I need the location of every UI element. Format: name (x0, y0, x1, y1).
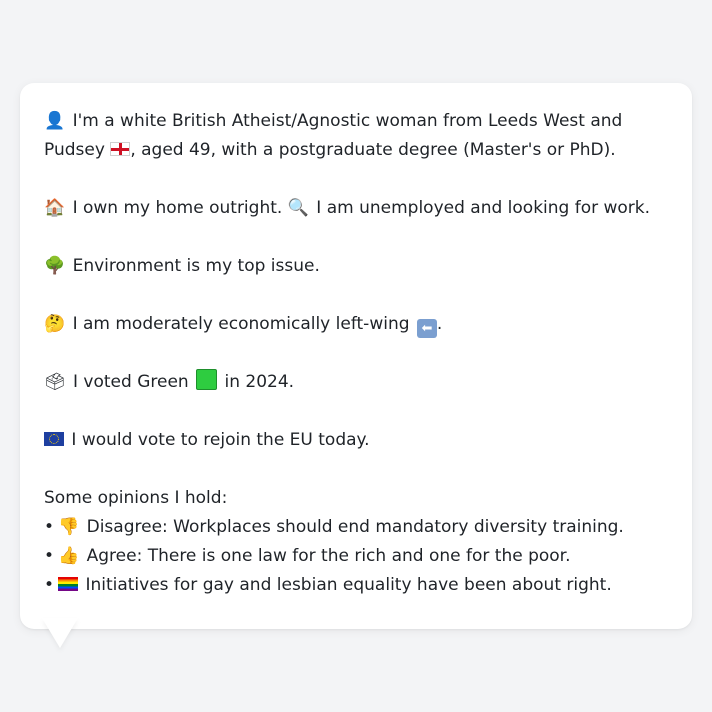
eu-flag-icon (44, 432, 64, 446)
left-arrow-icon: ⬅ (416, 319, 437, 338)
issue-text: Environment is my top issue. (72, 256, 320, 276)
bubble-tail (42, 618, 78, 648)
work-text: I am unemployed and looking for work. (316, 198, 651, 218)
person-icon: 👤 (44, 111, 66, 131)
house-icon: 🏠 (44, 198, 66, 218)
tree-icon: 🌳 (44, 256, 66, 276)
bullet: • (44, 517, 55, 537)
opinion-item: • Initiatives for gay and lesbian equali… (44, 571, 668, 600)
eu-paragraph: I would vote to rejoin the EU today. (44, 426, 668, 455)
intro-text-end: , aged 49, with a postgraduate degree (M… (130, 140, 616, 160)
opinion-text: Agree: There is one law for the rich and… (86, 546, 571, 566)
economics-text: I am moderately economically left-wing (72, 314, 410, 334)
england-flag-icon (110, 142, 131, 156)
vote-paragraph: 🗳 I voted Green in 2024. (44, 368, 668, 397)
thumbs-down-icon: 👎 (58, 517, 80, 537)
ballot-box-icon: 🗳 (44, 372, 66, 392)
economics-end: . (436, 314, 443, 334)
vote-year-text: in 2024. (224, 372, 295, 392)
eu-text: I would vote to rejoin the EU today. (71, 430, 370, 450)
thumbs-up-icon: 👍 (58, 546, 80, 566)
issue-paragraph: 🌳 Environment is my top issue. (44, 252, 668, 281)
thinking-face-icon: 🤔 (44, 314, 66, 334)
opinions-heading: Some opinions I hold: (44, 488, 228, 508)
economics-paragraph: 🤔 I am moderately economically left-wing… (44, 310, 668, 339)
bullet: • (44, 575, 55, 595)
opinion-text: Disagree: Workplaces should end mandator… (86, 517, 624, 537)
home-text: I own my home outright. (72, 198, 283, 218)
opinion-text: Initiatives for gay and lesbian equality… (85, 575, 612, 595)
rainbow-flag-icon (58, 577, 79, 591)
green-square-icon (196, 369, 218, 390)
intro-paragraph: 👤 I'm a white British Atheist/Agnostic w… (44, 107, 668, 165)
opinion-item: • 👎 Disagree: Workplaces should end manda… (44, 513, 668, 542)
opinion-item: • 👍 Agree: There is one law for the rich … (44, 542, 668, 571)
magnifier-icon: 🔍 (287, 198, 309, 218)
bullet: • (44, 546, 55, 566)
home-work-paragraph: 🏠 I own my home outright. 🔍 I am unemplo… (44, 194, 668, 223)
profile-bubble: 👤 I'm a white British Atheist/Agnostic w… (20, 83, 692, 629)
opinions-section: Some opinions I hold: • 👎 Disagree: Workp… (44, 484, 668, 600)
vote-text: I voted Green (73, 372, 189, 392)
